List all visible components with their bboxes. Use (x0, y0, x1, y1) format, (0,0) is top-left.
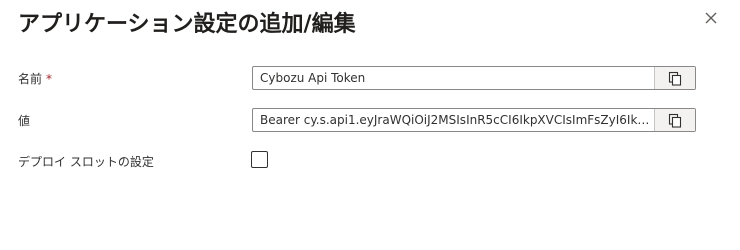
value-field[interactable]: Bearer cy.s.api1.eyJraWQiOiJ2MSIsInR5cCI… (252, 108, 696, 132)
close-button[interactable] (700, 7, 722, 29)
value-label: 値 (18, 114, 31, 128)
copy-name-button[interactable] (654, 67, 695, 89)
value-text[interactable]: Bearer cy.s.api1.eyJraWQiOiJ2MSIsInR5cCI… (253, 113, 654, 127)
slot-setting-row: デプロイ スロットの設定 (0, 151, 740, 177)
copy-icon (668, 113, 682, 128)
slot-setting-checkbox[interactable] (251, 151, 268, 168)
copy-icon (668, 71, 682, 86)
slot-setting-label: デプロイ スロットの設定 (18, 155, 154, 169)
name-field[interactable]: Cybozu Api Token (252, 66, 696, 90)
edit-app-setting-panel: アプリケーション設定の追加/編集 名前 * Cybozu Api Token 値 … (0, 0, 740, 250)
name-label: 名前 * (18, 72, 53, 86)
required-mark: * (46, 72, 53, 86)
panel-title: アプリケーション設定の追加/編集 (18, 12, 356, 37)
close-icon (705, 12, 717, 24)
value-row: 値 Bearer cy.s.api1.eyJraWQiOiJ2MSIsInR5c… (0, 108, 740, 134)
name-value[interactable]: Cybozu Api Token (253, 71, 654, 85)
copy-value-button[interactable] (654, 109, 695, 131)
name-row: 名前 * Cybozu Api Token (0, 66, 740, 92)
